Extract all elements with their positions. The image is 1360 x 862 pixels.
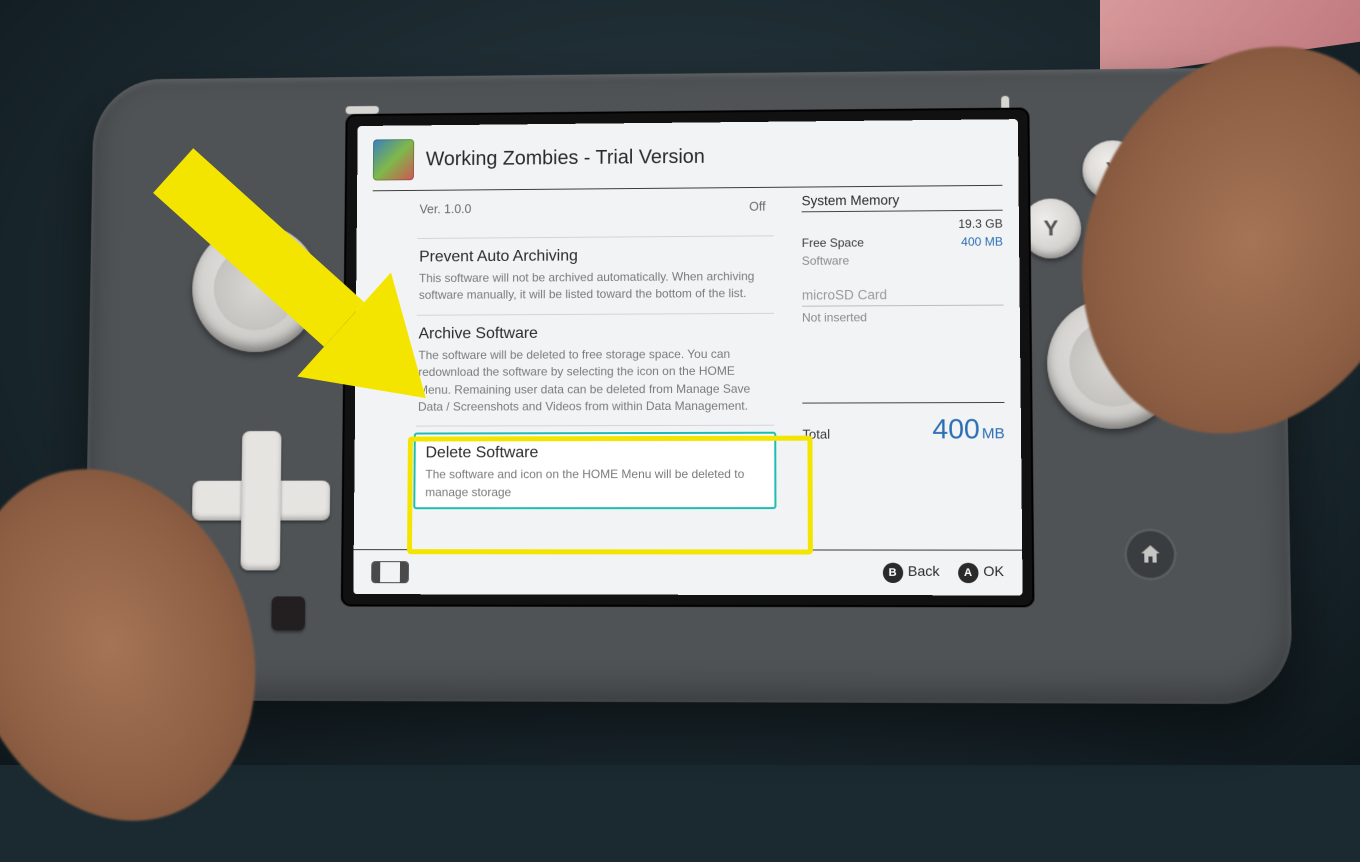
screen: Working Zombies - Trial Version Ver. 1.0… bbox=[353, 119, 1022, 595]
version-row[interactable]: Ver. 1.0.0 Off bbox=[419, 192, 771, 228]
section-title: Prevent Auto Archiving bbox=[419, 246, 772, 266]
microsd-status: Not inserted bbox=[802, 310, 1004, 325]
section-title: Archive Software bbox=[419, 324, 772, 344]
total-label: Total bbox=[802, 427, 830, 442]
controller-glyph-icon bbox=[371, 561, 409, 583]
system-memory-total: 19.3 GB bbox=[802, 215, 1003, 234]
capture-button[interactable] bbox=[271, 596, 305, 630]
software-title: Working Zombies - Trial Version bbox=[426, 146, 705, 171]
section-title: Delete Software bbox=[426, 444, 765, 463]
section-desc: The software will be deleted to free sto… bbox=[418, 346, 772, 417]
delete-software-item[interactable]: Delete Software The software and icon on… bbox=[413, 432, 776, 509]
b-glyph-icon: B bbox=[882, 563, 902, 583]
storage-sidebar: System Memory 19.3 GB Free Space 400 MB … bbox=[790, 186, 1023, 558]
main-panel: Ver. 1.0.0 Off Prevent Auto Archiving Th… bbox=[354, 188, 791, 558]
back-button-hint: BBack bbox=[882, 563, 939, 583]
section-desc: The software and icon on the HOME Menu w… bbox=[425, 466, 764, 501]
free-space-row: Free Space 400 MB bbox=[802, 233, 1003, 252]
version-label: Ver. 1.0.0 bbox=[419, 202, 471, 216]
home-button[interactable] bbox=[1123, 528, 1177, 581]
total-row: Total 400MB bbox=[802, 402, 1005, 446]
footer-bar: BBack AOK bbox=[353, 549, 1022, 595]
total-unit: MB bbox=[982, 425, 1005, 442]
total-value: 400 bbox=[932, 413, 980, 444]
version-status: Off bbox=[749, 200, 765, 214]
left-stick[interactable] bbox=[191, 224, 320, 352]
archive-software-item[interactable]: Archive Software The software will be de… bbox=[418, 324, 772, 416]
a-glyph-icon: A bbox=[958, 563, 979, 583]
ok-button-hint: AOK bbox=[958, 563, 1004, 583]
microsd-heading: microSD Card bbox=[802, 287, 1004, 307]
system-memory-heading: System Memory bbox=[802, 192, 1003, 213]
header: Working Zombies - Trial Version bbox=[357, 119, 1018, 184]
prevent-auto-archiving-item[interactable]: Prevent Auto Archiving This software wil… bbox=[419, 246, 772, 304]
section-desc: This software will not be archived autom… bbox=[419, 268, 772, 305]
home-icon bbox=[1138, 542, 1163, 566]
software-row: Software bbox=[802, 251, 1003, 270]
software-icon bbox=[373, 139, 414, 180]
